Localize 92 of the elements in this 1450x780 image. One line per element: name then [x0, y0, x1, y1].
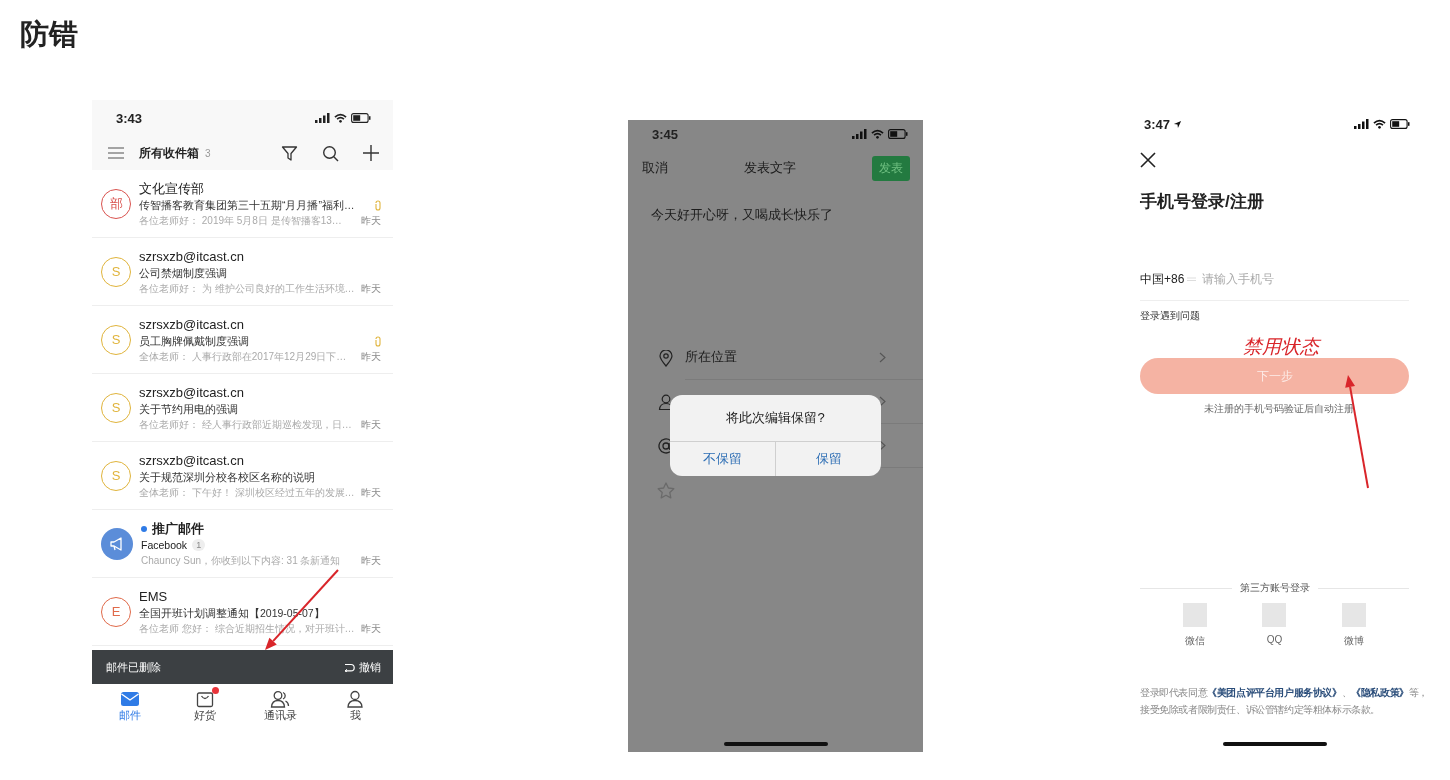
mail-item[interactable]: 推广邮件 Facebook 1 Chauncy Sun，你收到以下内容: 31 条新通知 昨天: [92, 510, 393, 578]
mail-item[interactable]: 部 文化宣传部 传智播客教育集团第三十五期“月月播”福利… 各位老师好： 2019年 5月8日 是传智播客13… 昨天: [92, 170, 393, 238]
legal-text: 接受免除或者限制责任、诉讼管辖约定等粗体标示条款。: [1140, 704, 1380, 715]
tab[interactable]: 好货: [167, 684, 243, 728]
envelope-icon: [119, 690, 140, 707]
tab[interactable]: 通讯录: [242, 684, 318, 728]
legal-text: 、: [1341, 687, 1352, 698]
mail-subject: Facebook: [141, 537, 188, 553]
page-title: 手机号登录/注册: [1140, 191, 1264, 213]
battery-icon: [888, 129, 908, 139]
battery-icon: [351, 113, 371, 123]
location-pin-icon: [657, 349, 675, 367]
battery-icon: [1390, 119, 1410, 129]
mail-preview: 各位老师好： 为 维护公司良好的工作生活环境…: [139, 281, 355, 296]
sender-name: 文化宣传部: [139, 179, 204, 198]
agreement-link[interactable]: 《隐私政策》: [1351, 687, 1409, 698]
wifi-icon: [334, 113, 347, 123]
status-time: 3:47: [1144, 116, 1171, 132]
signal-icon: [315, 113, 330, 123]
dropdown-icon: [1187, 276, 1197, 282]
mail-preview: Chauncy Sun，你收到以下内容: 31 条新通知: [141, 553, 341, 568]
mail-subject: 关于规范深圳分校各校区名称的说明: [139, 469, 315, 485]
register-note: 未注册的手机号码验证后自动注册: [1203, 402, 1354, 416]
wifi-icon: [871, 129, 884, 139]
login-option-label[interactable]: 微博: [1344, 634, 1365, 648]
mail-time: 昨天: [361, 281, 381, 296]
count-badge: 1: [192, 539, 206, 551]
phone-input[interactable]: 请输入手机号: [1200, 272, 1409, 286]
mail-item[interactable]: S szrsxzb@itcast.cn 公司禁烟制度强调 各位老师好： 为 维护公司良好的工作生活环境… 昨天: [92, 238, 393, 306]
help-link[interactable]: 登录遇到问题: [1140, 309, 1200, 323]
post-text: 今天好开心呀，又喝成长快乐了: [650, 206, 834, 224]
status-time: 3:43: [116, 110, 143, 126]
dialog-message: 将此次编辑保留?: [670, 395, 881, 442]
country-code[interactable]: 中国+86: [1140, 270, 1185, 288]
mail-subject: 公司禁烟制度强调: [139, 265, 227, 281]
option-label[interactable]: 所在位置: [685, 349, 737, 366]
mail-preview: 各位老师好： 经人事行政部近期巡检发现，日…: [139, 417, 352, 432]
inbox-title: 所有收件箱: [139, 144, 199, 162]
mail-subject: 员工胸牌佩戴制度强调: [139, 333, 249, 349]
mail-time: 昨天: [361, 213, 381, 228]
legal-text: 登录即代表同意: [1140, 687, 1208, 698]
cancel-button[interactable]: 取消: [642, 159, 668, 177]
mail-preview: 全体老师： 人事行政部在2017年12月29日下…: [139, 349, 347, 364]
bag-icon: [195, 689, 214, 708]
dialog-button[interactable]: 保留: [775, 442, 881, 476]
screen-title: 发表文字: [744, 159, 796, 177]
sender-name: 推广邮件: [152, 519, 204, 538]
login-option-label[interactable]: QQ: [1266, 634, 1283, 645]
mail-preview: 各位老师 您好： 综合近期招生情况，对开班计…: [139, 621, 355, 636]
wifi-icon: [1373, 119, 1386, 129]
sender-name: szrsxzb@itcast.cn: [139, 383, 244, 402]
mail-time: 昨天: [361, 349, 381, 364]
dialog-button[interactable]: 不保留: [670, 442, 775, 476]
menu-icon[interactable]: [108, 147, 124, 159]
sender-name: szrsxzb@itcast.cn: [139, 451, 244, 470]
login-option-label[interactable]: 微信: [1184, 634, 1205, 648]
mail-item[interactable]: S szrsxzb@itcast.cn 关于规范深圳分校各校区名称的说明 全体老师： 下午好！ 深圳校区经过五年的发展… 昨天: [92, 442, 393, 510]
location-arrow-icon: [1173, 120, 1183, 129]
agreement-link[interactable]: 《美团点评平台用户服务协议》: [1207, 687, 1342, 698]
signal-icon: [852, 129, 867, 139]
undo-icon: [344, 662, 355, 672]
signal-icon: [1354, 119, 1369, 129]
close-icon[interactable]: [1140, 152, 1156, 168]
slide-title: 防错: [20, 17, 78, 52]
mail-time: 昨天: [361, 553, 381, 568]
mail-time: 昨天: [361, 417, 381, 432]
legal-text: 等，: [1408, 687, 1425, 698]
status-time: 3:45: [652, 126, 679, 142]
sender-name: EMS: [139, 587, 168, 606]
mail-preview: 各位老师好： 2019年 5月8日 是传智播客13…: [139, 213, 342, 228]
person-icon: [347, 689, 364, 708]
tab[interactable]: 我: [317, 684, 393, 728]
sender-name: szrsxzb@itcast.cn: [139, 247, 244, 266]
star-icon: [657, 481, 675, 499]
plus-icon[interactable]: [363, 145, 379, 161]
mail-preview: 全体老师： 下午好！ 深圳校区经过五年的发展…: [139, 485, 355, 500]
contacts-icon: [270, 689, 291, 708]
toast-message: 邮件已删除: [106, 659, 161, 675]
mail-time: 昨天: [361, 621, 381, 636]
inbox-count: 3: [205, 147, 211, 159]
mail-item[interactable]: S szrsxzb@itcast.cn 员工胸牌佩戴制度强调 全体老师： 人事行政部在2017年12月29日下… 昨天: [92, 306, 393, 374]
megaphone-icon: [109, 536, 125, 551]
mail-subject: 关于节约用电的强调: [139, 401, 238, 417]
sender-name: szrsxzb@itcast.cn: [139, 315, 244, 334]
mail-time: 昨天: [361, 485, 381, 500]
mail-subject: 传智播客教育集团第三十五期“月月播”福利…: [139, 197, 355, 213]
undo-button[interactable]: 撤销: [344, 659, 381, 675]
search-icon[interactable]: [322, 144, 339, 162]
filter-icon[interactable]: [281, 144, 298, 162]
section-title: 第三方账号登录: [1239, 581, 1310, 595]
mail-item[interactable]: S szrsxzb@itcast.cn 关于节约用电的强调 各位老师好： 经人事行政部近期巡检发现，日… 昨天: [92, 374, 393, 442]
tab[interactable]: 邮件: [92, 684, 168, 728]
